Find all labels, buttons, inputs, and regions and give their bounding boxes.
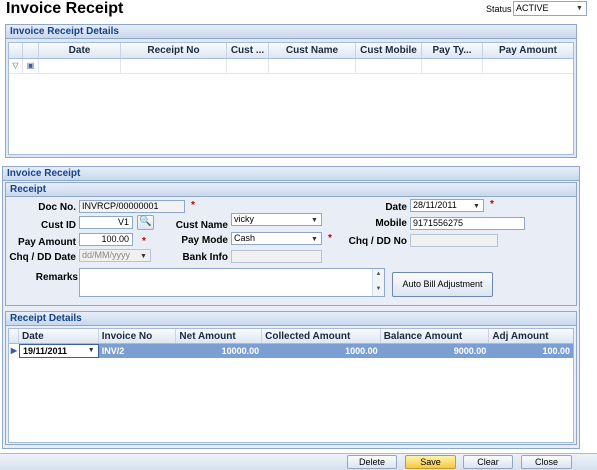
col-adj-amount[interactable]: Adj Amount [489, 329, 573, 343]
receipt-details-panel: Receipt Details Date Invoice No Net Amou… [5, 311, 577, 445]
row-collected-amount[interactable]: 1000.00 [262, 344, 381, 358]
chq-date-placeholder: dd/MM/yyyy [82, 250, 131, 260]
chq-date-label: Chq / DD Date [9, 252, 76, 263]
receipt-grid-header-row: Date Invoice No Net Amount Collected Amo… [9, 329, 573, 344]
calendar-dropdown-icon[interactable]: ▼ [471, 201, 482, 212]
remarks-scrollbar[interactable]: ▲ ▼ [372, 269, 384, 296]
chq-no-field[interactable] [410, 234, 498, 247]
col-date[interactable]: Date [39, 43, 121, 58]
pay-mode-required: * [328, 233, 332, 244]
save-button[interactable]: Save [405, 455, 456, 469]
pay-mode-label: Pay Mode [181, 235, 228, 246]
status-value: ACTIVE [516, 3, 549, 13]
col-pay-amount[interactable]: Pay Amount [483, 43, 573, 58]
doc-no-required: * [191, 200, 195, 211]
table-row[interactable]: ▶ 19/11/2011 ▼ INV/2 10000.00 1000.00 90… [9, 344, 573, 358]
col-invoice-no[interactable]: Invoice No [99, 329, 177, 343]
row-net-amount[interactable]: 10000.00 [176, 344, 263, 358]
scroll-down-icon[interactable]: ▼ [373, 284, 384, 294]
col-cust-id[interactable]: Cust ... [227, 43, 269, 58]
date-required: * [490, 199, 494, 210]
chevron-down-icon: ▼ [576, 5, 583, 12]
chq-date-field[interactable]: dd/MM/yyyy ▼ [79, 249, 151, 262]
cust-name-field[interactable]: vicky ▼ [231, 213, 322, 226]
row-date: 19/11/2011 [22, 346, 68, 356]
search-icon: 🔍 [139, 216, 152, 227]
row-date-cell[interactable]: 19/11/2011 ▼ [18, 344, 99, 358]
receipt-form-header: Receipt [6, 183, 576, 197]
col-date[interactable]: Date [19, 329, 99, 343]
filter-icon[interactable]: ▽ [9, 59, 23, 73]
delete-button[interactable]: Delete [347, 455, 397, 469]
grid-header-row: Date Receipt No Cust ... Cust Name Cust … [9, 43, 573, 59]
col-cust-name[interactable]: Cust Name [269, 43, 356, 58]
status-select[interactable]: ACTIVE ▼ [513, 1, 587, 16]
row-balance-amount[interactable]: 9000.00 [380, 344, 490, 358]
col-cust-mobile[interactable]: Cust Mobile [356, 43, 422, 58]
chevron-down-icon: ▼ [87, 347, 95, 354]
bank-info-field[interactable] [231, 250, 322, 263]
date-field[interactable]: 28/11/2011 ▼ [410, 199, 484, 212]
grid-check-col [23, 43, 39, 58]
doc-no-field: INVRCP/00000001 [79, 200, 185, 213]
col-net-amount[interactable]: Net Amount [176, 329, 263, 343]
col-collected-amount[interactable]: Collected Amount [262, 329, 381, 343]
invoice-receipt-section-header: Invoice Receipt [3, 167, 579, 181]
invoice-receipt-grid[interactable]: Date Receipt No Cust ... Cust Name Cust … [8, 42, 574, 155]
scroll-up-icon[interactable]: ▲ [373, 269, 384, 279]
cust-name-value: vicky [234, 214, 254, 224]
auto-bill-adjustment-button[interactable]: Auto Bill Adjustment [392, 272, 493, 297]
page-title: Invoice Receipt [6, 0, 124, 17]
col-balance-amount[interactable]: Balance Amount [381, 329, 490, 343]
receipt-details-header: Receipt Details [6, 312, 576, 326]
doc-no-label: Doc No. [38, 202, 76, 213]
filter-option-icon[interactable]: ▣ [23, 59, 39, 73]
date-label: Date [385, 202, 407, 213]
row-pointer-icon: ▶ [10, 346, 18, 355]
mobile-field[interactable]: 9171556275 [410, 217, 525, 230]
cust-search-button[interactable]: 🔍 [137, 215, 154, 230]
col-pay-type[interactable]: Pay Ty... [422, 43, 483, 58]
mobile-label: Mobile [375, 218, 407, 229]
row-invoice-no[interactable]: INV/2 [98, 344, 177, 358]
bank-info-label: Bank Info [182, 252, 228, 263]
chevron-down-icon: ▼ [140, 253, 147, 260]
remarks-label: Remarks [35, 272, 78, 283]
invoice-receipt-details-panel: Invoice Receipt Details Date Receipt No … [5, 24, 577, 158]
close-button[interactable]: Close [521, 455, 572, 469]
chq-no-label: Chq / DD No [348, 236, 407, 247]
row-indicator-col [9, 329, 19, 343]
pay-amount-label: Pay Amount [18, 237, 76, 248]
remarks-textarea[interactable]: ▲ ▼ [79, 268, 385, 297]
cust-id-field[interactable]: V1 [79, 216, 133, 229]
grid-indicator-col [9, 43, 23, 58]
grid-filter-row[interactable]: ▽ ▣ [9, 59, 573, 74]
invoice-receipt-details-header: Invoice Receipt Details [6, 25, 576, 39]
pay-mode-field[interactable]: Cash ▼ [231, 232, 322, 245]
status-label: Status [486, 4, 512, 14]
col-receipt-no[interactable]: Receipt No [121, 43, 227, 58]
cust-id-label: Cust ID [41, 220, 76, 231]
receipt-details-grid[interactable]: Date Invoice No Net Amount Collected Amo… [8, 328, 574, 443]
row-adj-amount[interactable]: 100.00 [489, 344, 573, 358]
clear-button[interactable]: Clear [463, 455, 513, 469]
cust-name-label: Cust Name [175, 220, 228, 231]
pay-mode-value: Cash [234, 233, 256, 243]
chevron-down-icon: ▼ [311, 236, 318, 243]
chevron-down-icon: ▼ [311, 217, 318, 224]
date-value: 28/11/2011 [413, 200, 457, 210]
pay-amount-field[interactable]: 100.00 [79, 233, 133, 246]
pay-amount-required: * [142, 236, 146, 247]
